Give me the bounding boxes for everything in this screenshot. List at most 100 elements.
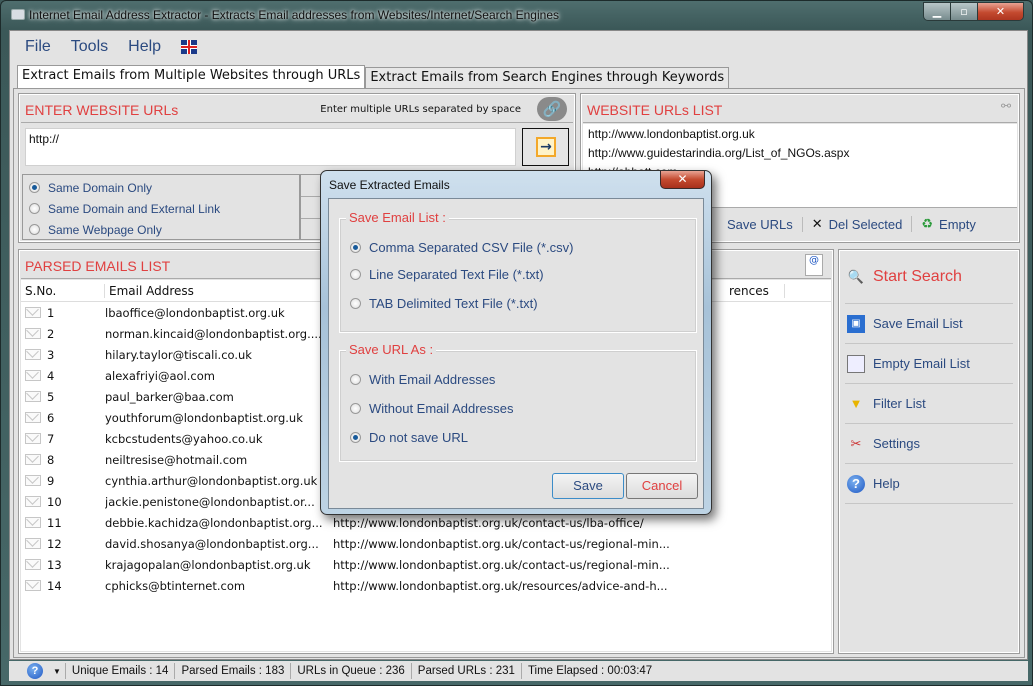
dialog-close-button[interactable]: ✕: [660, 171, 705, 189]
tab-websites[interactable]: Extract Emails from Multiple Websites th…: [17, 65, 366, 88]
urls-in-queue: URLs in Queue : 236: [291, 663, 412, 679]
save-email-list-button[interactable]: ▣ Save Email List: [845, 304, 1013, 344]
envelope-icon: [25, 370, 41, 381]
empty-label: Empty: [939, 216, 976, 232]
sno-cell: 12: [21, 537, 105, 551]
envelope-icon: [25, 475, 41, 486]
sno-value: 1: [47, 305, 55, 320]
table-row[interactable]: 12 david.shosanya@londonbaptist.org... htt…: [21, 533, 831, 554]
envelope-icon: [25, 496, 41, 507]
envelope-icon: [25, 454, 41, 465]
save-urls-label: Save URLs: [727, 216, 793, 232]
envelope-icon: [25, 559, 41, 570]
dialog-body: Save Email List : Comma Separated CSV Fi…: [328, 198, 704, 509]
url-list-item[interactable]: http://www.guidestarindia.org/List_of_NG…: [588, 146, 1012, 165]
app-icon: [11, 9, 25, 20]
add-url-button[interactable]: →: [522, 128, 569, 166]
start-search-label: Start Search: [873, 267, 962, 285]
menu-file[interactable]: File: [25, 38, 51, 56]
start-search-button[interactable]: 🔍 Start Search: [845, 250, 1013, 304]
option-csv[interactable]: Comma Separated CSV File (*.csv): [350, 240, 573, 255]
option-label: Same Domain and External Link: [48, 201, 221, 216]
menu-help[interactable]: Help: [128, 38, 161, 56]
menu-tools[interactable]: Tools: [71, 38, 108, 56]
enter-urls-hint: Enter multiple URLs separated by space: [320, 104, 521, 115]
close-button[interactable]: ✕: [978, 3, 1023, 20]
label: Filter List: [873, 396, 926, 411]
table-row[interactable]: 13 krajagopalan@londonbaptist.org.uk http:…: [21, 554, 831, 575]
option-tab-txt[interactable]: TAB Delimited Text File (*.txt): [350, 296, 538, 311]
save-email-group: Save Email List : Comma Separated CSV Fi…: [339, 210, 697, 333]
table-row[interactable]: 14 cphicks@btinternet.com http://www.londo…: [21, 575, 831, 596]
language-flag-icon[interactable]: [181, 40, 198, 54]
tools-icon: ✂: [850, 435, 862, 451]
email-cell: norman.kincaid@londonbaptist.org....: [105, 326, 322, 341]
dialog-save-button[interactable]: Save: [552, 473, 624, 499]
help-icon: ?: [847, 474, 865, 493]
option-external-link[interactable]: Same Domain and External Link: [23, 198, 299, 219]
sno-cell: 3: [21, 348, 105, 362]
minimize-button[interactable]: ▁: [924, 3, 951, 20]
url-input[interactable]: http://: [25, 128, 516, 166]
empty-email-list-button[interactable]: Empty Email List: [845, 344, 1013, 384]
email-file-icon[interactable]: @: [805, 254, 823, 276]
sno-value: 8: [47, 452, 55, 467]
window-title: Internet Email Address Extractor - Extra…: [29, 8, 559, 22]
empty-urls-button[interactable]: ♻ Empty: [912, 216, 985, 232]
option-label: Line Separated Text File (*.txt): [369, 267, 544, 282]
link-icon[interactable]: 🔗: [537, 97, 567, 121]
sno-value: 9: [47, 473, 55, 488]
filter-list-button[interactable]: ▼ Filter List: [845, 384, 1013, 424]
option-same-domain[interactable]: Same Domain Only: [23, 177, 299, 198]
crawl-options: Same Domain Only Same Domain and Externa…: [22, 174, 300, 240]
email-cell: youthforum@londonbaptist.org.uk: [105, 410, 303, 425]
option-no-url[interactable]: Do not save URL: [350, 430, 468, 445]
status-help-icon[interactable]: ?: [27, 663, 43, 679]
sno-cell: 9: [21, 474, 105, 488]
sno-value: 5: [47, 389, 55, 404]
dropdown-arrow-icon[interactable]: ▼: [53, 667, 61, 676]
option-same-webpage[interactable]: Same Webpage Only: [23, 219, 299, 240]
save-dialog: Save Extracted Emails ✕ Save Email List …: [320, 170, 712, 515]
sno-cell: 2: [21, 327, 105, 341]
del-selected-label: Del Selected: [828, 216, 903, 232]
label: Save Email List: [873, 316, 963, 331]
network-icon[interactable]: ⚯: [1001, 99, 1011, 113]
envelope-icon: [25, 391, 41, 402]
col-sno[interactable]: S.No.: [21, 283, 105, 298]
sno-cell: 5: [21, 390, 105, 404]
envelope-icon: [25, 349, 41, 360]
radio-icon: [350, 298, 361, 309]
save-urls-button[interactable]: Save URLs: [718, 216, 803, 232]
envelope-icon: [25, 412, 41, 423]
col-occurrences[interactable]: rences: [725, 283, 785, 298]
url-list-item[interactable]: http://www.londonbaptist.org.uk: [588, 127, 1012, 146]
label: Empty Email List: [873, 356, 970, 371]
help-button[interactable]: ? Help: [845, 464, 1013, 504]
radio-icon: [350, 269, 361, 280]
sno-value: 13: [47, 557, 62, 572]
radio-icon: [350, 432, 361, 443]
envelope-icon: [25, 328, 41, 339]
tab-search-engines[interactable]: Extract Emails from Search Engines throu…: [365, 67, 730, 88]
del-selected-button[interactable]: ✕ Del Selected: [803, 216, 913, 232]
radio-icon: [29, 224, 40, 235]
sno-value: 10: [47, 494, 62, 509]
option-with-emails[interactable]: With Email Addresses: [350, 372, 495, 387]
sno-value: 4: [47, 368, 55, 383]
dialog-cancel-button[interactable]: Cancel: [626, 473, 698, 499]
option-without-emails[interactable]: Without Email Addresses: [350, 401, 514, 416]
tab-strip: Extract Emails from Multiple Websites th…: [17, 65, 730, 88]
option-line-txt[interactable]: Line Separated Text File (*.txt): [350, 267, 544, 282]
title-bar[interactable]: Internet Email Address Extractor - Extra…: [1, 1, 1032, 29]
delete-x-icon: ✕: [811, 216, 823, 231]
option-label: Same Domain Only: [48, 180, 153, 195]
maximize-button[interactable]: ▫: [951, 3, 978, 20]
radio-icon: [29, 203, 40, 214]
settings-button[interactable]: ✂ Settings: [845, 424, 1013, 464]
option-label: Comma Separated CSV File (*.csv): [369, 240, 574, 255]
email-cell: hilary.taylor@tiscali.co.uk: [105, 347, 252, 362]
table-row[interactable]: 11 debbie.kachidza@londonbaptist.org... ht…: [21, 512, 831, 533]
email-cell: lbaoffice@londonbaptist.org.uk: [105, 305, 285, 320]
envelope-icon: [25, 307, 41, 318]
